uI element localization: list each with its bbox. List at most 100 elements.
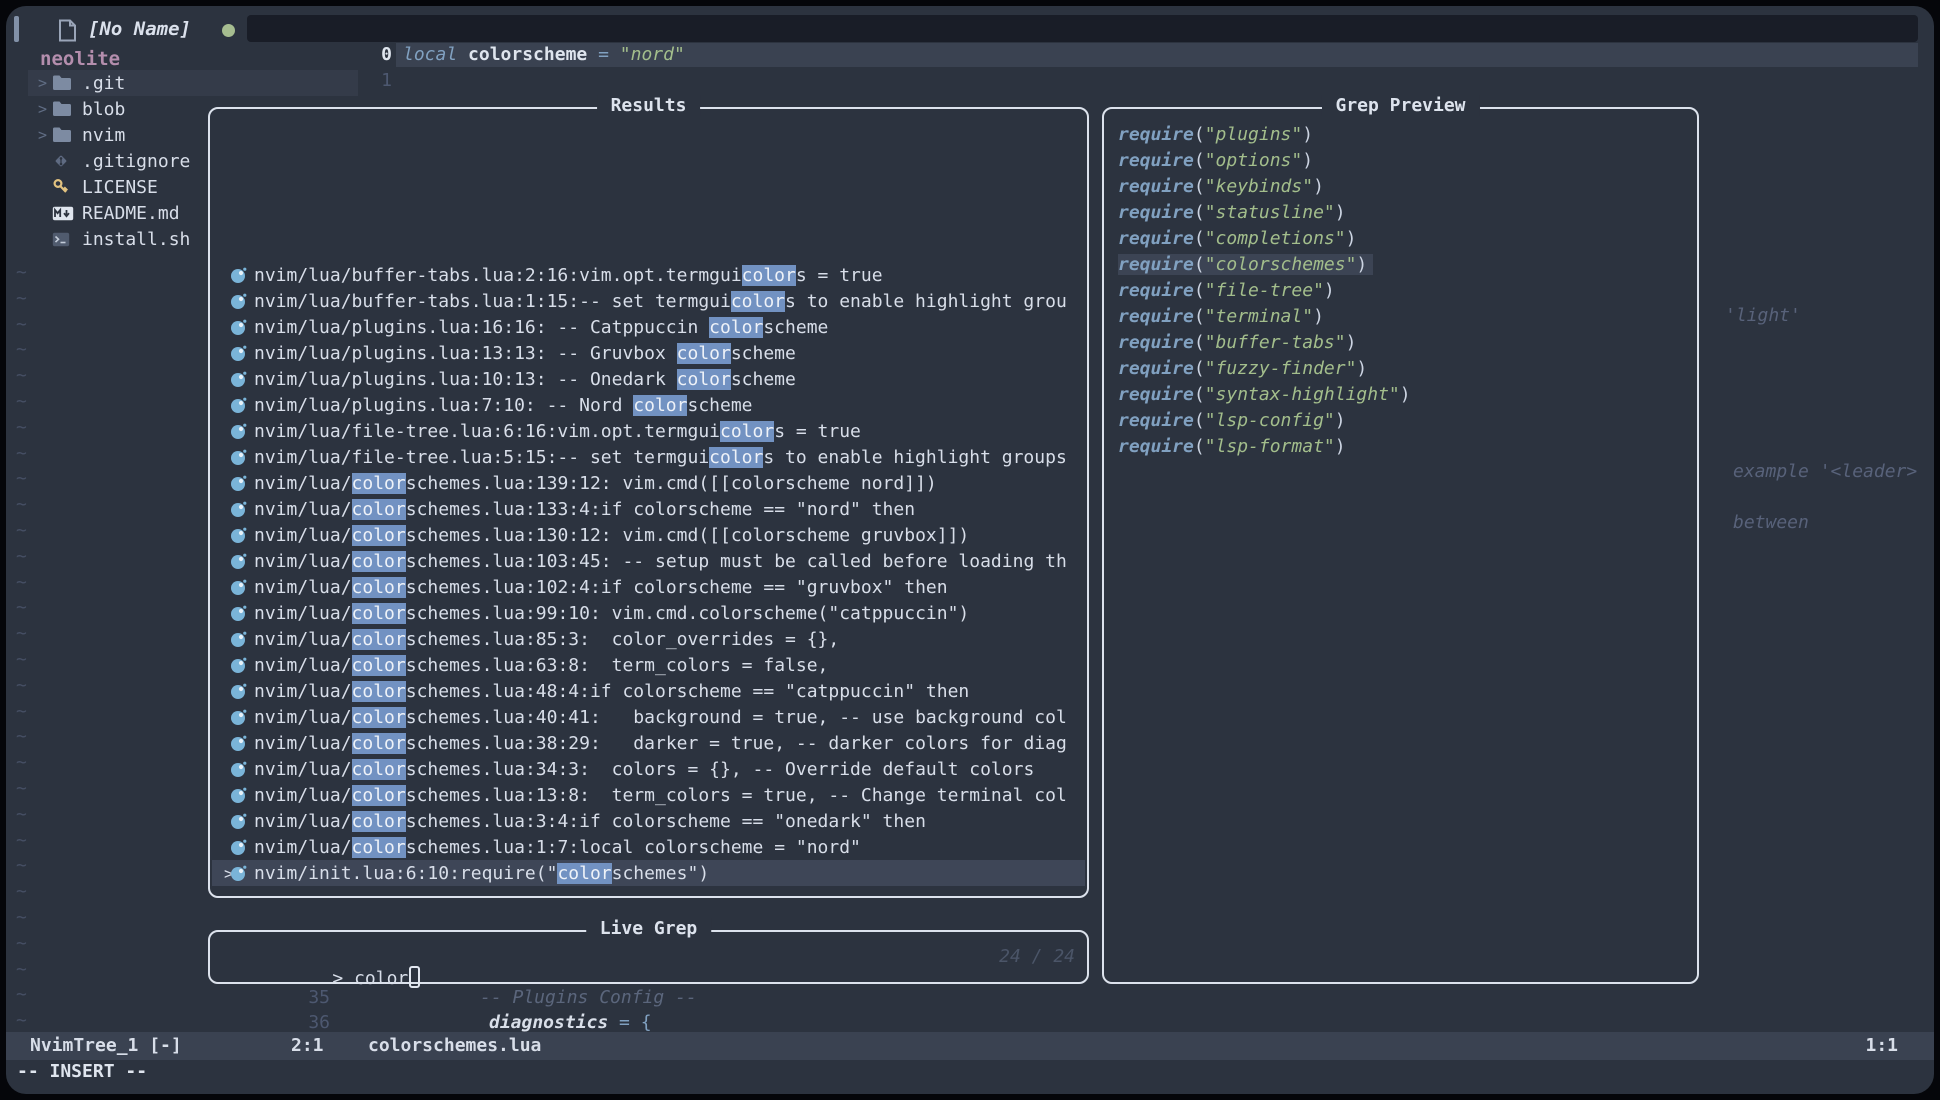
match-post: schemes.lua:99:10: vim.cmd.colorscheme("… <box>406 603 970 624</box>
result-row[interactable]: nvim/lua/colorschemes.lua:85:3: color_ov… <box>212 626 1085 652</box>
require-statement: require("file-tree") <box>1118 280 1341 301</box>
empty-line-tilde: ~ <box>16 984 27 1005</box>
result-row[interactable]: nvim/lua/colorschemes.lua:103:45: -- set… <box>212 548 1085 574</box>
match-post: schemes.lua:1:7:local colorscheme = "nor… <box>406 837 861 858</box>
tree-item-git[interactable]: >.git <box>28 70 358 96</box>
lua-icon <box>230 267 254 284</box>
open-paren: ( <box>1194 228 1205 249</box>
empty-line-tilde: ~ <box>16 597 27 618</box>
result-row[interactable]: nvim/lua/colorschemes.lua:102:4:if color… <box>212 574 1085 600</box>
folder-icon <box>52 127 82 143</box>
empty-line-tilde: ~ <box>16 314 27 335</box>
match-post: schemes.lua:40:41: background = true, --… <box>406 707 1067 728</box>
result-row[interactable]: nvim/lua/file-tree.lua:5:15:-- set termg… <box>212 444 1085 470</box>
line-number: 1 <box>352 70 392 91</box>
tab-label[interactable]: [No Name] <box>88 18 191 40</box>
results-title: Results <box>597 95 701 116</box>
match-pre: nvim/lua/ <box>254 577 352 598</box>
match-highlight: color <box>709 317 763 338</box>
result-row[interactable]: >nvim/init.lua:6:10:require("colorscheme… <box>212 860 1085 886</box>
require-keyword: require <box>1118 358 1194 379</box>
tree-root-label: neolite <box>40 48 120 70</box>
require-keyword: require <box>1118 124 1194 145</box>
statusline-cursor-position: 1:1 <box>1865 1035 1898 1056</box>
result-row[interactable]: nvim/lua/colorschemes.lua:133:4:if color… <box>212 496 1085 522</box>
result-row[interactable]: nvim/lua/buffer-tabs.lua:2:16:vim.opt.te… <box>212 262 1085 288</box>
result-row[interactable]: nvim/lua/plugins.lua:13:13: -- Gruvbox c… <box>212 340 1085 366</box>
require-keyword: require <box>1118 254 1194 275</box>
result-row[interactable]: nvim/lua/colorschemes.lua:48:4:if colors… <box>212 678 1085 704</box>
statusline: NvimTree_1 [-] 2:1 colorschemes.lua 1:1 <box>6 1032 1934 1060</box>
tree-item-label: install.sh <box>82 229 190 250</box>
app-window: [No Name] 0 1 local colorscheme = "nord"… <box>6 6 1934 1094</box>
module-string: "file-tree" <box>1205 280 1324 301</box>
require-statement: require("buffer-tabs") <box>1118 332 1362 353</box>
empty-line-tilde: ~ <box>16 933 27 954</box>
match-highlight: color <box>352 759 406 780</box>
prompt-char: > <box>332 968 354 989</box>
code-fragment: example '<leader> <box>1733 461 1919 482</box>
empty-line-tilde: ~ <box>16 494 27 515</box>
module-string: "terminal" <box>1205 306 1313 327</box>
result-row[interactable]: nvim/lua/colorschemes.lua:1:7:local colo… <box>212 834 1085 860</box>
result-row[interactable]: nvim/lua/colorschemes.lua:3:4:if colorsc… <box>212 808 1085 834</box>
lua-icon <box>230 527 254 544</box>
result-row[interactable]: nvim/lua/colorschemes.lua:63:8: term_col… <box>212 652 1085 678</box>
tabline-bar <box>247 15 1918 42</box>
close-paren: ) <box>1356 358 1367 379</box>
empty-line-tilde: ~ <box>16 701 27 722</box>
match-highlight: color <box>352 603 406 624</box>
match-highlight: color <box>352 525 406 546</box>
result-row[interactable]: nvim/lua/colorschemes.lua:34:3: colors =… <box>212 756 1085 782</box>
lua-icon <box>230 579 254 596</box>
module-string: "statusline" <box>1205 202 1335 223</box>
result-row[interactable]: nvim/lua/plugins.lua:7:10: -- Nord color… <box>212 392 1085 418</box>
match-pre: nvim/lua/ <box>254 629 352 650</box>
empty-line-tilde: ~ <box>16 520 27 541</box>
result-row[interactable]: nvim/lua/plugins.lua:10:13: -- Onedark c… <box>212 366 1085 392</box>
result-row[interactable]: nvim/lua/colorschemes.lua:130:12: vim.cm… <box>212 522 1085 548</box>
lua-icon <box>230 319 254 336</box>
livegrep-prompt[interactable]: > color <box>224 945 420 1010</box>
tabline-cursor <box>14 16 19 42</box>
code-token: diagnostics <box>489 1012 608 1033</box>
code-fragment: 'light' <box>1725 305 1801 326</box>
module-string: "options" <box>1205 150 1303 171</box>
lua-icon <box>230 501 254 518</box>
empty-line-tilde: ~ <box>16 288 27 309</box>
preview-row-syntax-highlight: require("syntax-highlight") <box>1106 381 1695 407</box>
preview-list: require("plugins")require("options")requ… <box>1106 121 1695 459</box>
result-text: nvim/lua/colorschemes.lua:102:4:if color… <box>254 577 1085 598</box>
result-row[interactable]: nvim/lua/colorschemes.lua:40:41: backgro… <box>212 704 1085 730</box>
result-row[interactable]: nvim/lua/buffer-tabs.lua:1:15:-- set ter… <box>212 288 1085 314</box>
lua-icon <box>230 605 254 622</box>
match-highlight: color <box>731 291 785 312</box>
lua-icon <box>230 293 254 310</box>
match-highlight: color <box>352 681 406 702</box>
result-text: nvim/lua/colorschemes.lua:130:12: vim.cm… <box>254 525 1085 546</box>
match-pre: nvim/init.lua:6:10:require(" <box>254 863 557 884</box>
result-row[interactable]: nvim/lua/plugins.lua:16:16: -- Catppucci… <box>212 314 1085 340</box>
result-row[interactable]: nvim/lua/colorschemes.lua:99:10: vim.cmd… <box>212 600 1085 626</box>
match-post: schemes.lua:130:12: vim.cmd([[colorschem… <box>406 525 970 546</box>
require-keyword: require <box>1118 332 1194 353</box>
livegrep-window: Live Grep > color 24 / 24 <box>208 930 1089 984</box>
tree-item-label: README.md <box>82 203 180 224</box>
code-line: -- Plugins Config -- <box>480 987 697 1008</box>
empty-line-tilde: ~ <box>16 1010 27 1031</box>
result-text: nvim/lua/plugins.lua:16:16: -- Catppucci… <box>254 317 1085 338</box>
result-text: nvim/lua/colorschemes.lua:103:45: -- set… <box>254 551 1085 572</box>
statusline-buffer: NvimTree_1 [-] <box>30 1035 182 1056</box>
result-row[interactable]: nvim/lua/colorschemes.lua:139:12: vim.cm… <box>212 470 1085 496</box>
open-paren: ( <box>1194 280 1205 301</box>
result-row[interactable]: nvim/lua/colorschemes.lua:38:29: darker … <box>212 730 1085 756</box>
result-row[interactable]: nvim/lua/file-tree.lua:6:16:vim.opt.term… <box>212 418 1085 444</box>
open-paren: ( <box>1194 358 1205 379</box>
match-highlight: color <box>352 473 406 494</box>
result-row[interactable]: nvim/lua/colorschemes.lua:13:8: term_col… <box>212 782 1085 808</box>
require-statement: require("statusline") <box>1118 202 1352 223</box>
match-post: scheme <box>731 369 796 390</box>
require-statement: require("syntax-highlight") <box>1118 384 1417 405</box>
lua-icon <box>230 839 254 856</box>
close-paren: ) <box>1400 384 1411 405</box>
